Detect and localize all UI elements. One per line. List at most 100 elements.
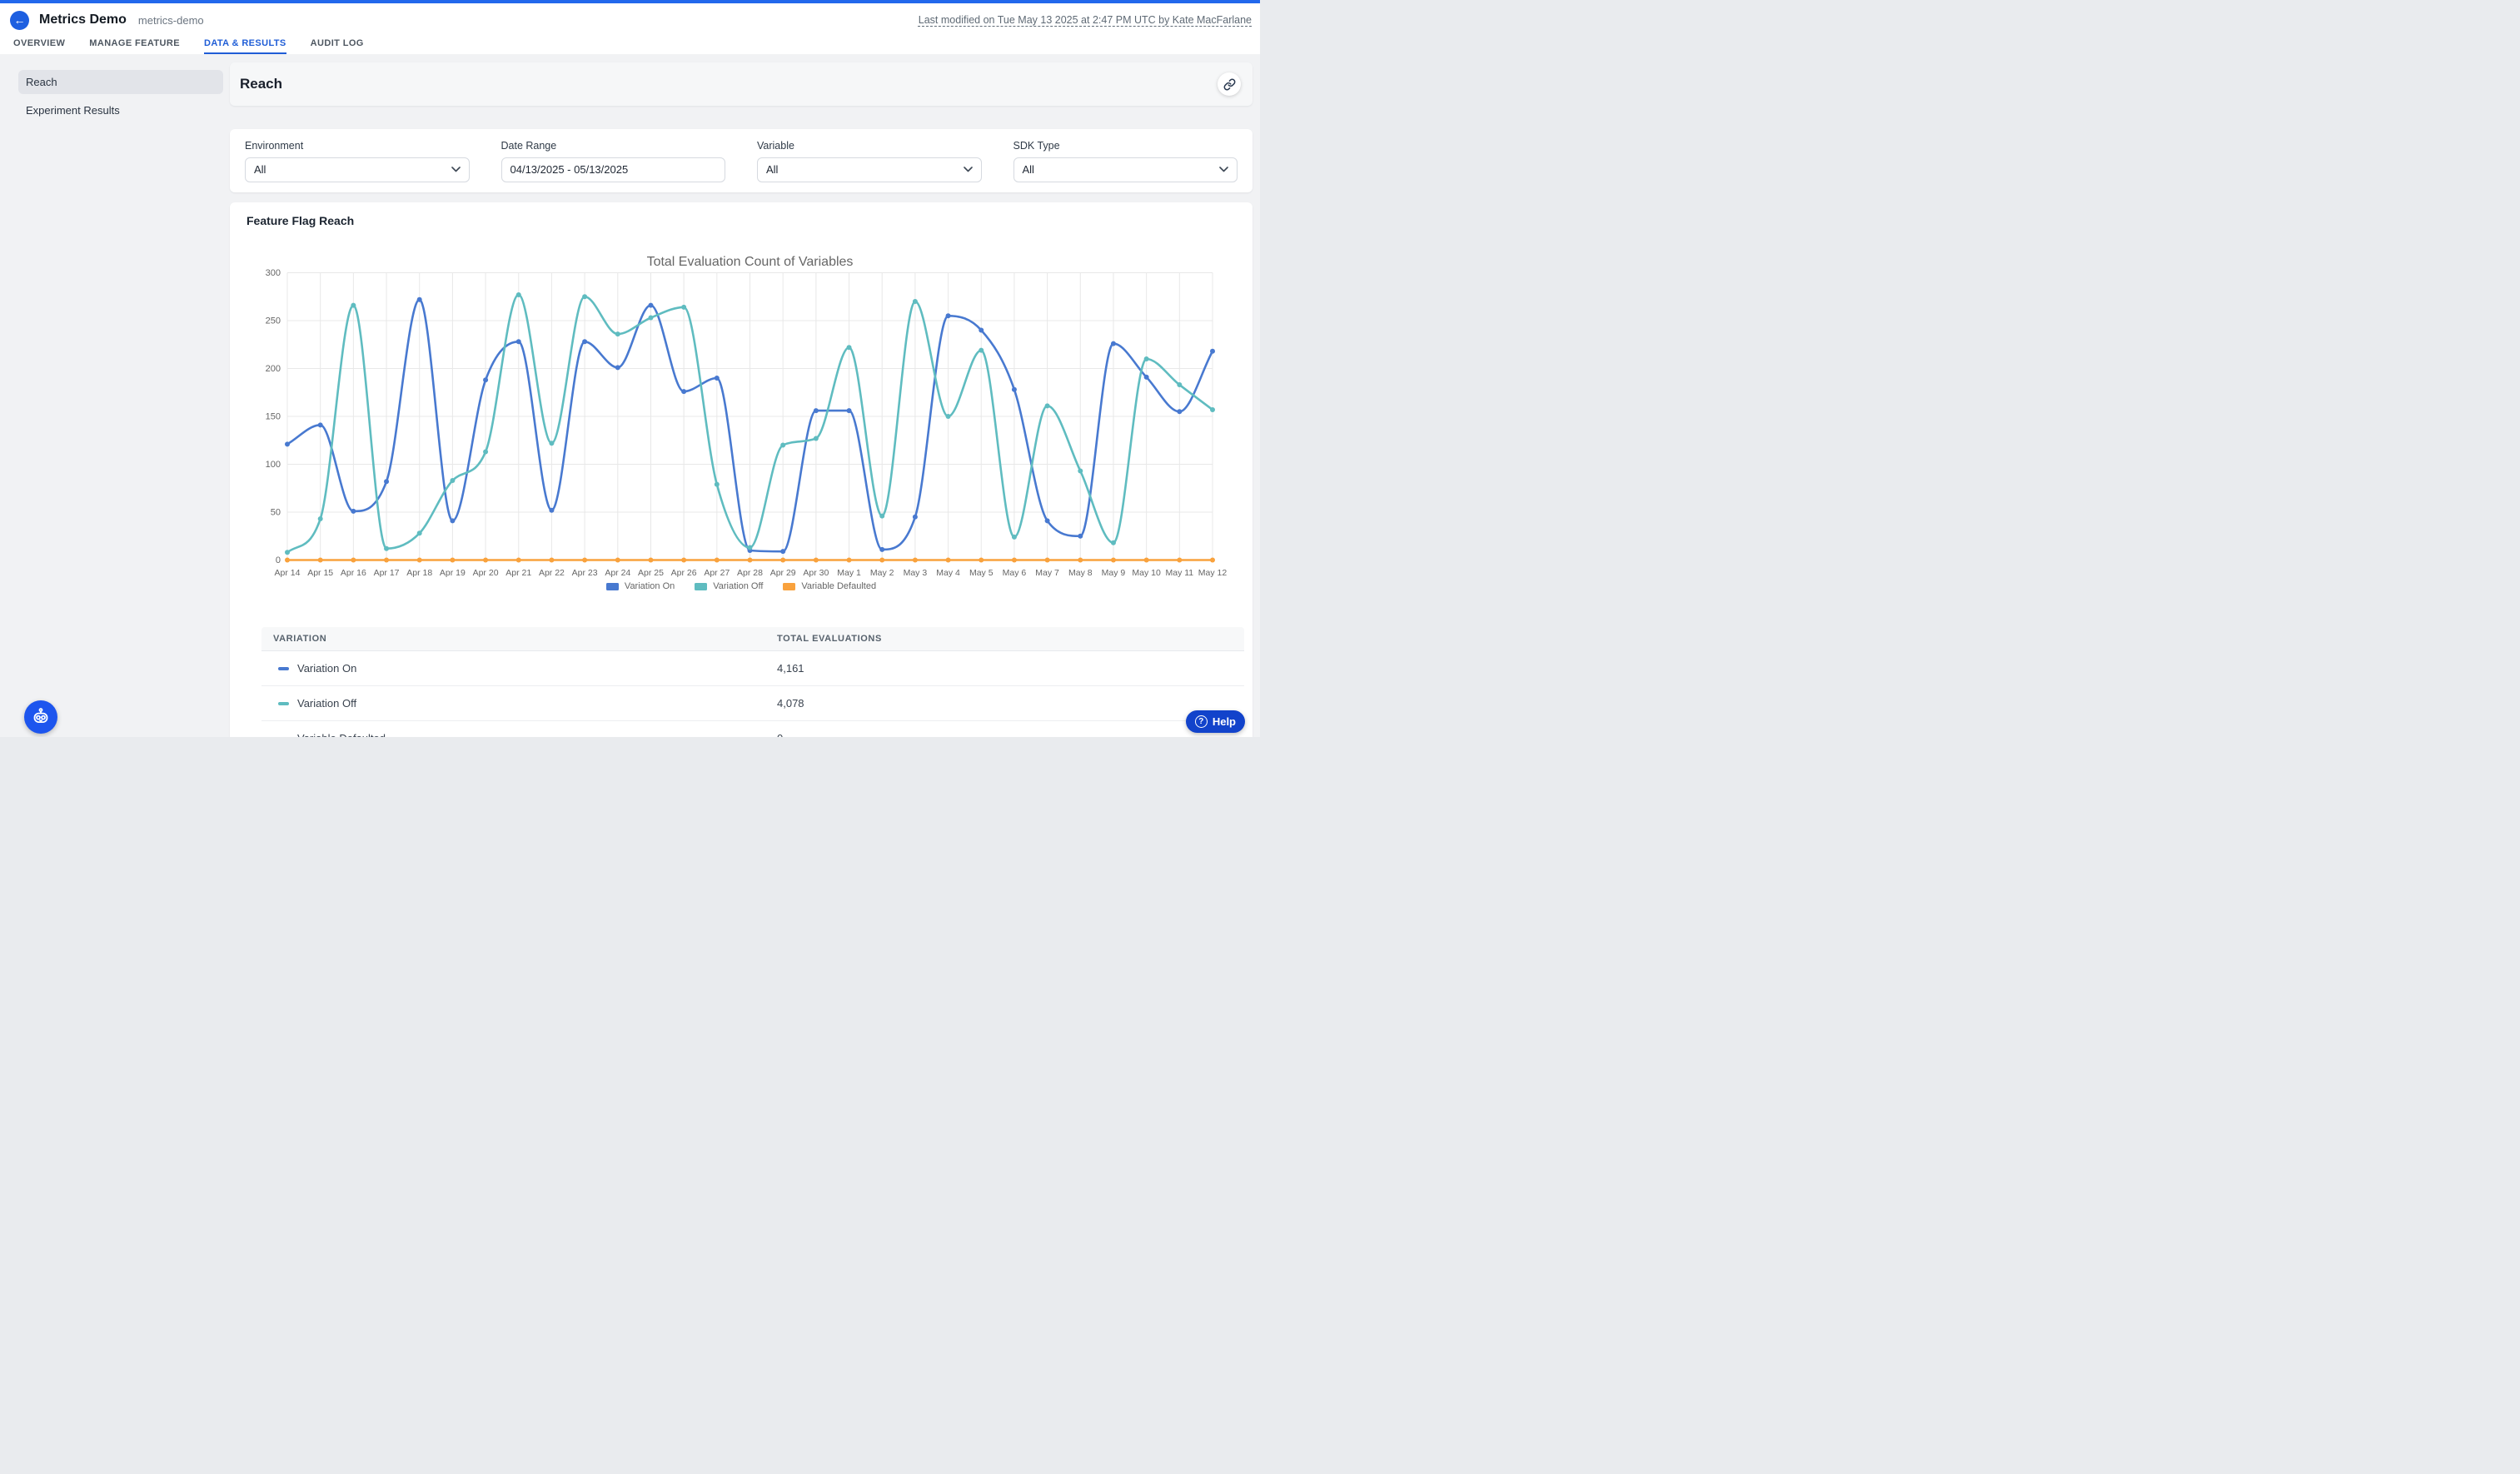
data-point-variation-off[interactable] xyxy=(417,530,422,535)
data-point-variation-on[interactable] xyxy=(979,328,984,333)
filter-sdk-type-select[interactable]: All xyxy=(1013,157,1238,182)
data-point-variation-off[interactable] xyxy=(1144,356,1149,361)
data-point-variation-off[interactable] xyxy=(351,303,356,308)
filter-date-range-input[interactable]: 04/13/2025 - 05/13/2025 xyxy=(501,157,726,182)
data-point-variation-on[interactable] xyxy=(549,508,554,513)
legend-item-variation-off[interactable]: Variation Off xyxy=(695,581,763,591)
data-point-variable-defaulted[interactable] xyxy=(1078,558,1083,563)
tab-data-results[interactable]: DATA & RESULTS xyxy=(204,37,286,54)
data-point-variation-on[interactable] xyxy=(318,422,323,427)
tab-overview[interactable]: OVERVIEW xyxy=(13,37,65,54)
data-point-variation-off[interactable] xyxy=(285,550,290,555)
data-point-variation-on[interactable] xyxy=(879,547,884,552)
filter-variable-select[interactable]: All xyxy=(757,157,982,182)
data-point-variation-on[interactable] xyxy=(1210,349,1215,354)
assistant-button[interactable] xyxy=(24,700,57,734)
data-point-variation-on[interactable] xyxy=(814,408,819,413)
data-point-variation-off[interactable] xyxy=(715,482,720,487)
data-point-variation-on[interactable] xyxy=(1045,518,1050,523)
data-point-variation-off[interactable] xyxy=(814,436,819,441)
data-point-variable-defaulted[interactable] xyxy=(979,558,984,563)
data-point-variable-defaulted[interactable] xyxy=(879,558,884,563)
data-point-variation-off[interactable] xyxy=(1012,535,1017,540)
data-point-variation-off[interactable] xyxy=(748,545,753,550)
data-point-variable-defaulted[interactable] xyxy=(913,558,918,563)
data-point-variation-on[interactable] xyxy=(681,389,686,394)
help-button[interactable]: ? Help xyxy=(1186,710,1245,733)
data-point-variation-off[interactable] xyxy=(913,299,918,304)
legend-item-variation-on[interactable]: Variation On xyxy=(606,581,675,591)
data-point-variation-off[interactable] xyxy=(847,345,852,350)
data-point-variable-defaulted[interactable] xyxy=(715,558,720,563)
filter-environment-select[interactable]: All xyxy=(245,157,470,182)
legend-item-variable-defaulted[interactable]: Variable Defaulted xyxy=(783,581,876,591)
data-point-variation-on[interactable] xyxy=(780,549,785,554)
data-point-variation-off[interactable] xyxy=(483,450,488,455)
sidebar-item-experiment-results[interactable]: Experiment Results xyxy=(18,98,223,122)
data-point-variable-defaulted[interactable] xyxy=(1210,558,1215,563)
data-point-variation-off[interactable] xyxy=(648,316,653,321)
data-point-variable-defaulted[interactable] xyxy=(847,558,852,563)
data-point-variable-defaulted[interactable] xyxy=(748,558,753,563)
data-point-variation-on[interactable] xyxy=(946,313,951,318)
data-point-variation-off[interactable] xyxy=(1177,382,1182,387)
data-point-variation-off[interactable] xyxy=(879,514,884,519)
data-point-variation-on[interactable] xyxy=(615,365,620,370)
data-point-variable-defaulted[interactable] xyxy=(648,558,653,563)
data-point-variable-defaulted[interactable] xyxy=(681,558,686,563)
back-button[interactable]: ← xyxy=(10,11,29,30)
data-point-variation-on[interactable] xyxy=(516,339,521,344)
data-point-variable-defaulted[interactable] xyxy=(780,558,785,563)
data-point-variation-off[interactable] xyxy=(946,414,951,419)
data-point-variation-off[interactable] xyxy=(450,478,455,483)
data-point-variable-defaulted[interactable] xyxy=(946,558,951,563)
data-point-variable-defaulted[interactable] xyxy=(1012,558,1017,563)
data-point-variation-on[interactable] xyxy=(1111,341,1116,346)
data-point-variable-defaulted[interactable] xyxy=(1177,558,1182,563)
data-point-variation-on[interactable] xyxy=(1177,409,1182,414)
data-point-variation-on[interactable] xyxy=(1144,375,1149,380)
data-point-variation-on[interactable] xyxy=(1078,534,1083,539)
data-point-variable-defaulted[interactable] xyxy=(318,558,323,563)
data-point-variation-on[interactable] xyxy=(351,509,356,514)
data-point-variable-defaulted[interactable] xyxy=(582,558,587,563)
data-point-variation-off[interactable] xyxy=(582,294,587,299)
data-point-variation-on[interactable] xyxy=(715,376,720,381)
data-point-variable-defaulted[interactable] xyxy=(1045,558,1050,563)
data-point-variable-defaulted[interactable] xyxy=(1111,558,1116,563)
tab-audit-log[interactable]: AUDIT LOG xyxy=(311,37,364,54)
data-point-variation-on[interactable] xyxy=(285,441,290,446)
data-point-variable-defaulted[interactable] xyxy=(351,558,356,563)
data-point-variation-on[interactable] xyxy=(417,297,422,302)
data-point-variable-defaulted[interactable] xyxy=(384,558,389,563)
data-point-variation-on[interactable] xyxy=(913,515,918,520)
data-point-variable-defaulted[interactable] xyxy=(516,558,521,563)
data-point-variation-off[interactable] xyxy=(681,305,686,310)
data-point-variable-defaulted[interactable] xyxy=(417,558,422,563)
data-point-variable-defaulted[interactable] xyxy=(285,558,290,563)
data-point-variation-on[interactable] xyxy=(582,339,587,344)
data-point-variation-off[interactable] xyxy=(516,292,521,297)
data-point-variation-off[interactable] xyxy=(384,546,389,551)
data-point-variation-off[interactable] xyxy=(549,441,554,446)
data-point-variation-off[interactable] xyxy=(1045,403,1050,408)
data-point-variation-on[interactable] xyxy=(1012,387,1017,392)
data-point-variable-defaulted[interactable] xyxy=(483,558,488,563)
data-point-variable-defaulted[interactable] xyxy=(450,558,455,563)
copy-link-button[interactable] xyxy=(1218,72,1241,96)
data-point-variation-off[interactable] xyxy=(1078,469,1083,474)
data-point-variation-off[interactable] xyxy=(615,331,620,336)
data-point-variation-off[interactable] xyxy=(1210,407,1215,412)
data-point-variable-defaulted[interactable] xyxy=(1144,558,1149,563)
data-point-variation-on[interactable] xyxy=(483,377,488,382)
data-point-variation-on[interactable] xyxy=(847,408,852,413)
data-point-variable-defaulted[interactable] xyxy=(615,558,620,563)
data-point-variation-off[interactable] xyxy=(780,443,785,448)
sidebar-item-reach[interactable]: Reach xyxy=(18,70,223,94)
tab-manage-feature[interactable]: MANAGE FEATURE xyxy=(89,37,180,54)
data-point-variation-on[interactable] xyxy=(450,518,455,523)
data-point-variation-off[interactable] xyxy=(318,516,323,521)
data-point-variable-defaulted[interactable] xyxy=(549,558,554,563)
data-point-variation-on[interactable] xyxy=(384,479,389,484)
data-point-variation-on[interactable] xyxy=(648,303,653,308)
